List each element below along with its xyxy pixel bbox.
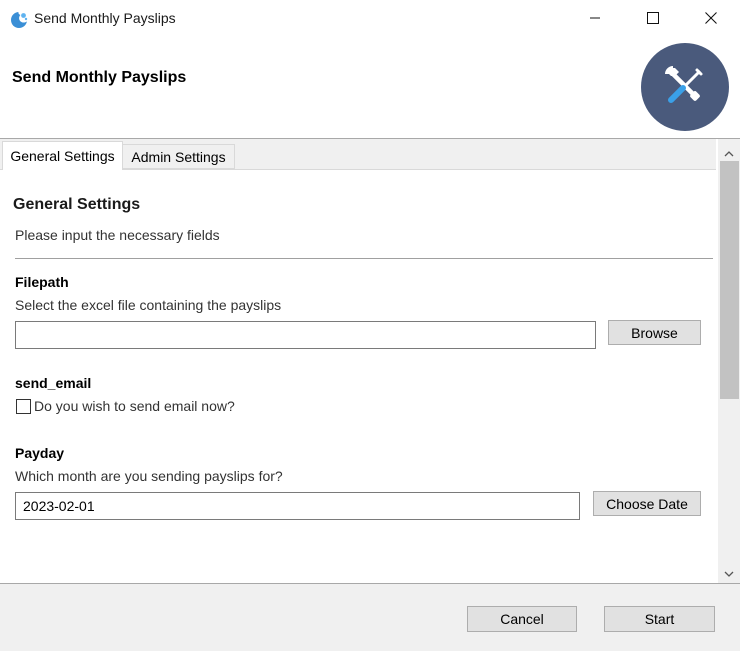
browse-button-label: Browse (631, 324, 678, 341)
tab-label: Admin Settings (131, 148, 226, 165)
section-description: Please input the necessary fields (15, 227, 220, 243)
chevron-up-icon (724, 144, 734, 160)
filepath-label: Filepath (15, 274, 69, 290)
tab-general-settings[interactable]: General Settings (2, 141, 123, 170)
start-button-label: Start (644, 611, 675, 627)
cancel-button-label: Cancel (500, 611, 544, 627)
minimize-icon (589, 11, 601, 27)
send-email-checkbox-label[interactable]: Do you wish to send email now? (34, 398, 235, 414)
tab-label: General Settings (10, 148, 115, 164)
dialog-header: Send Monthly Payslips (0, 38, 740, 138)
filepath-help: Select the excel file containing the pay… (15, 297, 282, 313)
maximize-icon (647, 11, 659, 27)
filepath-input[interactable] (15, 321, 596, 349)
cancel-button[interactable]: Cancel (467, 606, 577, 632)
python-icon (9, 10, 29, 30)
header-badge (641, 43, 729, 131)
header-title: Send Monthly Payslips (12, 69, 187, 86)
send-email-checkbox[interactable] (16, 399, 31, 414)
choose-date-button-label: Choose Date (606, 495, 688, 512)
start-button[interactable]: Start (604, 606, 715, 632)
payday-help: Which month are you sending payslips for… (15, 468, 283, 484)
title-bar: Send Monthly Payslips (0, 0, 740, 38)
minimize-button[interactable] (566, 0, 624, 38)
section-title: General Settings (13, 196, 141, 213)
close-icon (705, 11, 717, 27)
scroll-up-button[interactable] (718, 142, 740, 162)
scroll-down-button[interactable] (718, 562, 740, 582)
section-divider (15, 258, 713, 259)
scrollbar-thumb[interactable] (720, 161, 739, 399)
browse-button[interactable]: Browse (608, 320, 701, 345)
window-title: Send Monthly Payslips (34, 10, 176, 26)
maximize-button[interactable] (624, 0, 682, 38)
chevron-down-icon (724, 564, 734, 580)
payday-input[interactable] (15, 492, 580, 520)
close-button[interactable] (682, 0, 740, 38)
choose-date-button[interactable]: Choose Date (593, 491, 701, 516)
send-email-label: send_email (15, 375, 92, 391)
payday-label: Payday (15, 445, 65, 461)
tools-icon (661, 62, 709, 113)
tab-admin-settings[interactable]: Admin Settings (123, 144, 235, 169)
